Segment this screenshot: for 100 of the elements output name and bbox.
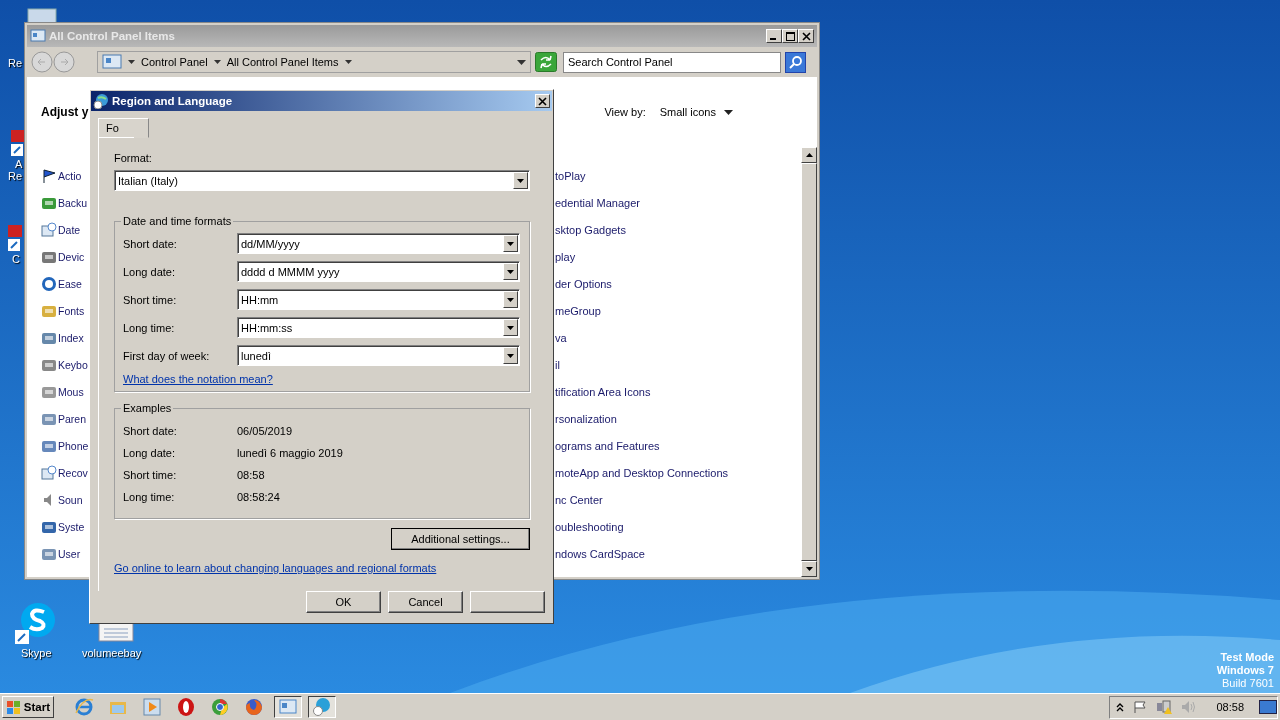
desktop-icon-label[interactable]: Re [8,170,23,182]
scroll-down-icon[interactable] [805,567,813,571]
example-label: Short time: [123,469,178,481]
settings-link[interactable]: rsonalization [555,410,617,428]
flag-icon[interactable] [1133,700,1148,714]
settings-link[interactable]: Soun [58,494,83,506]
dialog-button[interactable]: Cancel [388,591,463,613]
notation-link[interactable]: What does the notation mean? [123,373,273,385]
dropdown-arrow-icon[interactable] [507,269,514,274]
refresh-icon[interactable] [535,52,557,72]
format-dropdown[interactable]: HH:mm [237,289,520,310]
caret-icon[interactable] [128,60,135,64]
settings-link[interactable]: Ease [58,278,82,290]
taskbar-app-button[interactable] [308,696,336,718]
dropdown-arrow-icon[interactable] [507,353,514,358]
breadcrumb-item[interactable]: Control Panel [141,56,208,68]
close-button[interactable] [535,94,550,108]
field-label: Short time: [123,293,178,306]
settings-link[interactable]: Phone [58,440,89,452]
clock[interactable]: 08:58 [1216,701,1244,713]
settings-link[interactable]: Syste [58,521,85,533]
example-value: 06/05/2019 [237,425,293,437]
show-desktop-icon[interactable] [1259,699,1277,715]
dropdown-arrow-icon[interactable] [507,241,514,246]
control-panel-item-icon[interactable] [41,519,57,535]
search-field[interactable]: Search Control Panel [563,51,781,73]
settings-link[interactable]: Devic [58,251,85,263]
desktop-icon-label[interactable]: Re [8,57,23,69]
settings-link[interactable]: Fonts [58,305,85,317]
settings-link[interactable]: Recov [58,467,88,479]
tab[interactable]: Fo [98,118,149,138]
online-help-link[interactable]: Go online to learn about changing languages and regional formats [114,562,530,574]
scrollbar[interactable] [801,147,817,577]
caret-icon[interactable] [213,60,221,64]
start-button[interactable]: Start [2,696,54,718]
caret-icon[interactable] [344,60,352,64]
desktop-icon-label[interactable]: volumeebay [82,647,142,659]
caret-icon[interactable] [724,109,733,115]
close-button[interactable] [798,29,814,43]
settings-link[interactable]: il [555,356,560,374]
settings-link[interactable]: Keybo [58,359,88,371]
shortcut-icon[interactable] [11,130,25,156]
format-dropdown[interactable]: dd/MM/yyyy [237,233,520,254]
additional-settings-button[interactable]: Additional settings... [391,528,530,550]
search-button[interactable] [785,51,806,73]
settings-link[interactable]: meGroup [555,302,601,320]
group-title: Date and time formats [122,215,233,227]
example-value: lunedì 6 maggio 2019 [237,447,343,459]
taskbar-app-button[interactable] [274,696,302,718]
document-icon[interactable] [98,622,134,642]
settings-link[interactable]: Paren [58,413,87,425]
settings-link[interactable]: sktop Gadgets [555,221,626,239]
format-dropdown[interactable]: dddd d MMMM yyyy [237,261,520,282]
dropdown-arrow-icon[interactable] [507,325,514,330]
test-mode-notice: Build 7601 [1222,677,1274,690]
settings-link[interactable]: Backu [58,197,88,209]
example-label: Long date: [123,447,176,459]
settings-link[interactable]: edential Manager [555,194,640,212]
maximize-icon [785,31,795,41]
settings-link[interactable]: va [555,329,567,347]
address-bar[interactable]: Control Panel All Control Panel Items [97,51,531,73]
settings-link[interactable]: moteApp and Desktop Connections [555,464,729,482]
view-by-dropdown[interactable]: Small icons [659,106,716,118]
settings-link[interactable]: ograms and Features [555,437,660,455]
settings-link[interactable]: tification Area Icons [555,383,651,401]
window-title: All Control Panel Items [49,30,176,42]
settings-link[interactable]: der Options [555,275,612,293]
minimize-button[interactable] [766,29,782,43]
shortcut-icon[interactable] [8,225,22,251]
breadcrumb-item[interactable]: All Control Panel Items [226,56,339,68]
dropdown-arrow-icon[interactable] [517,178,524,183]
desktop-icon-label[interactable]: Skype [21,647,52,659]
control-panel-item-icon[interactable] [41,168,57,184]
settings-link[interactable]: toPlay [555,167,586,185]
settings-link[interactable]: Date [58,224,81,236]
settings-link[interactable]: ndows CardSpace [555,545,645,563]
desktop-icon-label[interactable]: C [12,253,20,265]
desktop-icon-label[interactable]: A [15,158,23,170]
app-icon [74,697,94,717]
dropdown-arrow-icon[interactable] [507,297,514,302]
settings-link[interactable]: play [555,248,576,266]
scroll-up-icon[interactable] [805,153,813,157]
format-dropdown[interactable]: HH:mm:ss [237,317,520,338]
dialog-button[interactable]: OK [306,591,381,613]
example-label: Short date: [123,425,178,437]
settings-link[interactable]: Index [58,332,84,344]
settings-link[interactable]: oubleshooting [555,518,624,536]
dropdown-arrow-icon[interactable] [517,59,526,65]
settings-link[interactable]: User [58,548,81,560]
format-dropdown[interactable]: Italian (Italy) [114,170,530,191]
field-label: Short date: [123,237,178,250]
settings-link[interactable]: nc Center [555,491,603,509]
app-icon [312,697,332,717]
settings-link[interactable]: Mous [58,386,84,398]
format-dropdown[interactable]: lunedì [237,345,520,366]
settings-link[interactable]: Actio [58,170,82,182]
control-panel-icon [30,29,46,43]
maximize-button[interactable] [782,29,798,43]
blank-button[interactable] [470,591,545,613]
chevron-icon[interactable] [1116,702,1125,712]
